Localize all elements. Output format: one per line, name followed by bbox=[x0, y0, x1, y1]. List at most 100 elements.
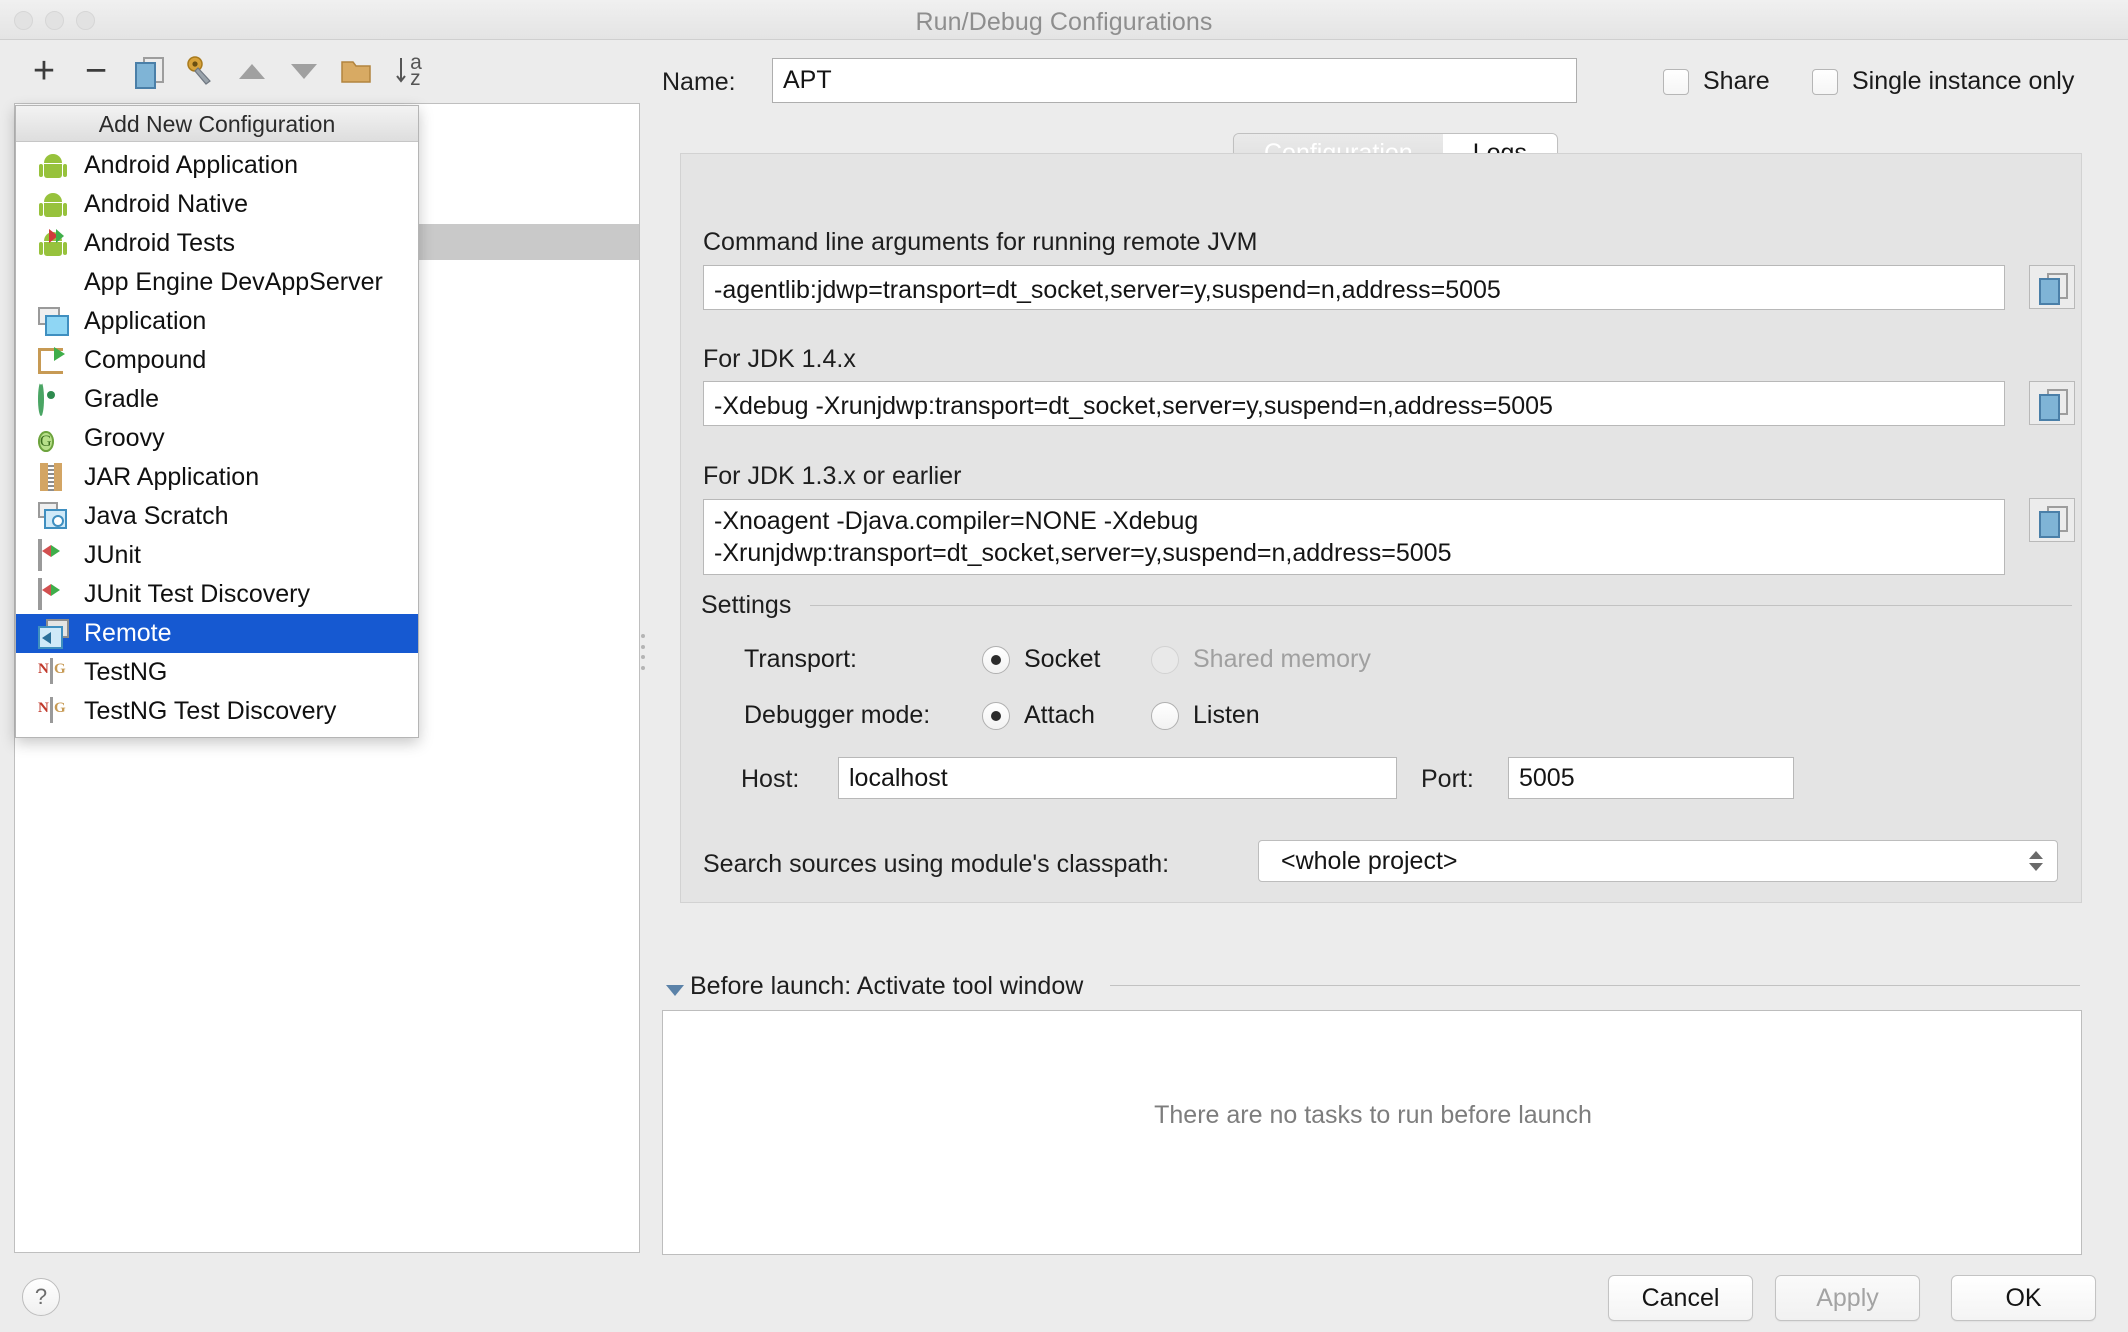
popup-item-label: Groovy bbox=[84, 424, 165, 452]
popup-item-label: Compound bbox=[84, 346, 207, 374]
popup-item[interactable]: Android Tests bbox=[16, 224, 418, 263]
popup-item[interactable]: G Groovy bbox=[16, 419, 418, 458]
window-title: Run/Debug Configurations bbox=[915, 8, 1213, 36]
splitter-dot bbox=[641, 655, 645, 660]
popup-item-label: JAR Application bbox=[84, 463, 260, 491]
share-checkbox-row[interactable]: Share bbox=[1663, 67, 1770, 96]
debugger-listen-radio[interactable] bbox=[1151, 701, 1179, 730]
copy-jvm-args-button[interactable] bbox=[2029, 265, 2075, 309]
popup-item[interactable]: Compound bbox=[16, 341, 418, 380]
popup-item-label: Java Scratch bbox=[84, 502, 229, 530]
jvm-args-field[interactable]: -agentlib:jdwp=transport=dt_socket,serve… bbox=[703, 265, 2005, 310]
debugger-listen-label: Listen bbox=[1193, 701, 1260, 729]
add-configuration-button[interactable]: + bbox=[18, 48, 70, 94]
share-checkbox[interactable] bbox=[1663, 68, 1689, 95]
transport-label-row: Transport: bbox=[744, 645, 857, 674]
splitter-dot bbox=[641, 644, 645, 649]
share-label: Share bbox=[1703, 67, 1770, 95]
popup-item-list[interactable]: Android Application Android Native Android… bbox=[16, 142, 418, 737]
transport-label: Transport: bbox=[744, 645, 858, 673]
add-new-configuration-popup[interactable]: Add New Configuration Android Applicatio… bbox=[15, 105, 419, 738]
transport-shared-memory-label: Shared memory bbox=[1193, 645, 1371, 673]
ok-button[interactable]: OK bbox=[1951, 1275, 2096, 1321]
popup-item[interactable]: N G TestNG bbox=[16, 653, 418, 692]
name-input[interactable]: APT bbox=[772, 58, 1577, 103]
name-label: Name: bbox=[662, 68, 736, 96]
junit-icon bbox=[38, 538, 68, 571]
java-scratch-icon bbox=[38, 502, 68, 532]
popup-item[interactable]: Android Application bbox=[16, 146, 418, 185]
popup-item-label: Gradle bbox=[84, 385, 160, 413]
popup-item[interactable]: Application bbox=[16, 302, 418, 341]
plus-icon: + bbox=[32, 50, 56, 92]
classpath-combobox[interactable]: <whole project> bbox=[1258, 840, 2058, 882]
new-folder-button[interactable] bbox=[330, 48, 382, 94]
application-icon bbox=[38, 307, 68, 337]
single-instance-checkbox[interactable] bbox=[1812, 68, 1838, 95]
jvm-args-label: Command line arguments for running remot… bbox=[703, 228, 1258, 256]
popup-item[interactable]: N G TestNG Test Discovery bbox=[16, 692, 418, 731]
popup-item-label: Remote bbox=[84, 619, 172, 647]
folder-icon bbox=[341, 61, 371, 83]
junit-icon bbox=[38, 577, 68, 610]
move-up-icon bbox=[239, 63, 265, 79]
jdk14-label: For JDK 1.4.x bbox=[703, 345, 856, 373]
jdk13-field[interactable]: -Xnoagent -Djava.compiler=NONE -Xdebug -… bbox=[703, 499, 2005, 575]
single-instance-checkbox-row[interactable]: Single instance only bbox=[1812, 67, 2074, 96]
gradle-icon bbox=[38, 381, 68, 416]
help-button[interactable]: ? bbox=[22, 1278, 60, 1316]
popup-item[interactable]: Android Native bbox=[16, 185, 418, 224]
debugger-mode-label: Debugger mode: bbox=[744, 701, 931, 729]
transport-shared-memory-radio-row[interactable]: Shared memory bbox=[1151, 645, 1371, 674]
wrench-icon bbox=[187, 56, 211, 85]
popup-item[interactable]: JAR Application bbox=[16, 458, 418, 497]
edit-templates-button[interactable] bbox=[174, 48, 226, 94]
transport-shared-memory-radio[interactable] bbox=[1151, 645, 1179, 674]
remove-configuration-button[interactable]: − bbox=[70, 48, 122, 94]
popup-item[interactable]: App Engine DevAppServer bbox=[16, 263, 418, 302]
copy-jdk13-button[interactable] bbox=[2029, 498, 2075, 542]
popup-item[interactable]: Remote bbox=[16, 614, 418, 653]
host-input[interactable]: localhost bbox=[838, 757, 1397, 799]
before-launch-collapse-toggle[interactable] bbox=[666, 985, 684, 996]
debugger-attach-radio-row[interactable]: Attach bbox=[982, 701, 1095, 730]
move-down-button[interactable] bbox=[278, 48, 330, 94]
popup-title: Add New Configuration bbox=[16, 106, 418, 142]
transport-socket-label: Socket bbox=[1024, 645, 1101, 673]
port-label: Port: bbox=[1421, 765, 1474, 793]
popup-item-label: TestNG bbox=[84, 658, 168, 686]
cancel-button[interactable]: Cancel bbox=[1608, 1275, 1753, 1321]
copy-configuration-button[interactable] bbox=[122, 48, 174, 94]
sort-alphabetically-button[interactable]: a z bbox=[382, 48, 434, 94]
jdk14-field[interactable]: -Xdebug -Xrunjdwp:transport=dt_socket,se… bbox=[703, 381, 2005, 426]
transport-socket-radio-row[interactable]: Socket bbox=[982, 645, 1100, 674]
settings-group-rule bbox=[810, 605, 2072, 606]
copy-icon bbox=[2039, 273, 2068, 305]
popup-item[interactable]: JUnit bbox=[16, 536, 418, 575]
popup-item[interactable]: Gradle bbox=[16, 380, 418, 419]
popup-item-label: Android Application bbox=[84, 151, 299, 179]
before-launch-task-list[interactable]: There are no tasks to run before launch bbox=[662, 1010, 2082, 1255]
panel-splitter[interactable] bbox=[641, 634, 649, 670]
apply-button[interactable]: Apply bbox=[1775, 1275, 1920, 1321]
configurations-toolbar: + − a z bbox=[0, 41, 640, 101]
popup-item[interactable]: Java Scratch bbox=[16, 497, 418, 536]
popup-item[interactable]: JUnit Test Discovery bbox=[16, 575, 418, 614]
jdk13-value-line1: -Xnoagent -Djava.compiler=NONE -Xdebug bbox=[714, 507, 1199, 535]
before-launch-title: Before launch: Activate tool window bbox=[690, 972, 1084, 1000]
debugger-listen-radio-row[interactable]: Listen bbox=[1151, 701, 1260, 730]
single-instance-label: Single instance only bbox=[1852, 67, 2075, 95]
before-launch-rule bbox=[1110, 985, 2080, 986]
testng-icon: NG bbox=[38, 657, 68, 688]
move-up-button[interactable] bbox=[226, 48, 278, 94]
debugger-attach-radio[interactable] bbox=[982, 701, 1010, 730]
popup-item-label: JUnit bbox=[84, 541, 141, 569]
copy-jdk14-button[interactable] bbox=[2029, 381, 2075, 425]
move-down-icon bbox=[291, 63, 317, 79]
transport-socket-radio[interactable] bbox=[982, 645, 1010, 674]
testng-icon: NG bbox=[38, 696, 68, 727]
port-input[interactable]: 5005 bbox=[1508, 757, 1794, 799]
chevron-updown-icon bbox=[2029, 851, 2043, 871]
popup-item-label: Application bbox=[84, 307, 207, 335]
jdk13-value-line2: -Xrunjdwp:transport=dt_socket,server=y,s… bbox=[714, 539, 1452, 567]
